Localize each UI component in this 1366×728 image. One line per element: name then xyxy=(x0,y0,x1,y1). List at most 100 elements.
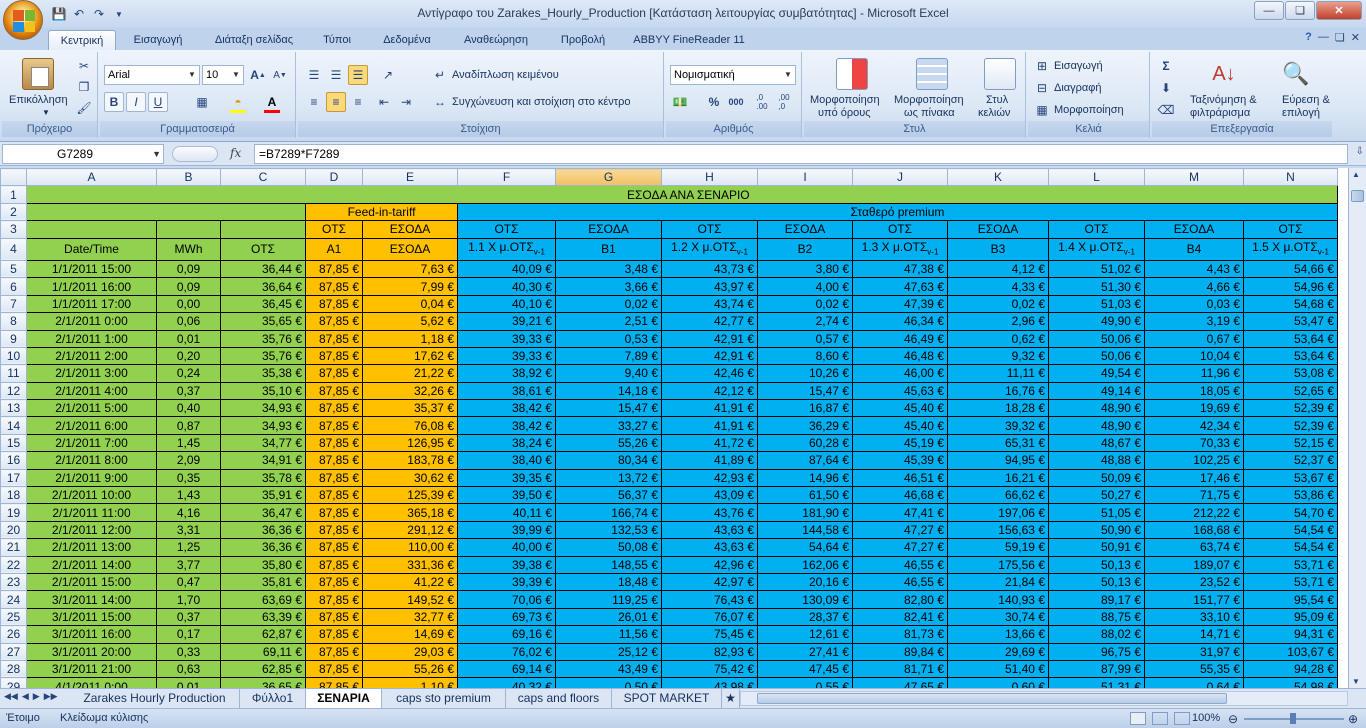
cell[interactable]: 3,80 € xyxy=(757,259,853,279)
cell[interactable]: 45,40 € xyxy=(852,416,948,435)
cell[interactable]: 88,02 € xyxy=(1048,625,1145,644)
cell[interactable]: 1/1/2011 15:00 xyxy=(26,259,157,279)
cell[interactable]: ΟΤΣ xyxy=(457,220,556,239)
cell[interactable]: 43,74 € xyxy=(661,294,758,314)
cell[interactable]: 1.3 Χ μ.ΟΤΣv-1 xyxy=(852,237,948,261)
cell[interactable]: 53,64 € xyxy=(1243,346,1338,366)
cell[interactable]: 70,33 € xyxy=(1144,433,1244,453)
maximize-button[interactable]: ❏ xyxy=(1285,1,1315,20)
cell[interactable]: 2/1/2011 4:00 xyxy=(26,381,157,401)
cell[interactable]: 39,35 € xyxy=(457,468,556,488)
formula-bar-expand-icon[interactable] xyxy=(172,146,218,162)
cell[interactable]: 87,85 € xyxy=(305,659,363,679)
cell[interactable]: 35,76 € xyxy=(220,329,306,348)
cell[interactable]: 40,09 € xyxy=(457,259,556,279)
cell[interactable]: 7,89 € xyxy=(555,346,662,366)
row-header[interactable]: 15 xyxy=(0,433,27,453)
cell[interactable]: ΕΣΟΔΑ xyxy=(362,237,458,261)
row-header[interactable]: 2 xyxy=(0,202,27,222)
align-bottom-icon[interactable]: ☰ xyxy=(348,65,368,85)
cell[interactable]: 291,12 € xyxy=(362,520,458,540)
cell[interactable]: 95,54 € xyxy=(1243,590,1338,609)
row-header[interactable]: 7 xyxy=(0,294,27,314)
cell[interactable]: 35,76 € xyxy=(220,346,306,366)
cell[interactable]: 7,63 € xyxy=(362,259,458,279)
tab-formulas[interactable]: Τύποι xyxy=(312,30,362,50)
cell[interactable]: 87,85 € xyxy=(305,538,363,557)
autosum-icon[interactable]: Σ xyxy=(1156,56,1176,76)
cell[interactable]: 365,18 € xyxy=(362,503,458,522)
select-all-corner[interactable] xyxy=(0,168,27,187)
grow-font-icon[interactable]: A ▲ xyxy=(248,65,268,85)
column-header[interactable]: B xyxy=(156,168,221,187)
cell[interactable]: 81,71 € xyxy=(852,659,948,679)
cell[interactable]: 5,62 € xyxy=(362,312,458,331)
cell[interactable]: 2/1/2011 0:00 xyxy=(26,312,157,331)
normal-view-icon[interactable] xyxy=(1130,712,1146,725)
cell[interactable]: 2/1/2011 7:00 xyxy=(26,433,157,453)
merge-center-button[interactable]: Συγχώνευση και στοίχιση στο κέντρο xyxy=(452,96,631,108)
cell[interactable]: 126,95 € xyxy=(362,433,458,453)
cell[interactable]: 52,39 € xyxy=(1243,416,1338,435)
cell[interactable]: B4 xyxy=(1144,237,1244,261)
cell[interactable]: 82,93 € xyxy=(661,642,758,661)
cell-styles-button[interactable]: Στυλ xyxy=(986,94,1008,106)
cell[interactable]: 0,60 € xyxy=(947,677,1049,688)
cell[interactable]: 212,22 € xyxy=(1144,503,1244,522)
cell[interactable]: 42,97 € xyxy=(661,572,758,592)
row-header[interactable]: 16 xyxy=(0,451,27,470)
cell[interactable]: 87,85 € xyxy=(305,277,363,296)
cell[interactable]: 45,39 € xyxy=(852,451,948,470)
cell[interactable]: 7,99 € xyxy=(362,277,458,296)
cell[interactable]: 80,34 € xyxy=(555,451,662,470)
cell[interactable]: 17,62 € xyxy=(362,346,458,366)
cell[interactable]: 34,77 € xyxy=(220,433,306,453)
cell[interactable]: 46,49 € xyxy=(852,329,948,348)
cell[interactable]: 42,46 € xyxy=(661,364,758,383)
cell[interactable]: 50,06 € xyxy=(1048,346,1145,366)
font-size-combo[interactable]: 10 ▼ xyxy=(202,65,244,85)
number-format-combo[interactable]: Νομισματική ▼ xyxy=(670,65,796,85)
cell[interactable]: 48,88 € xyxy=(1048,451,1145,470)
cell[interactable]: 14,71 € xyxy=(1144,625,1244,644)
cell[interactable]: 54,64 € xyxy=(757,538,853,557)
vertical-scroll-thumb[interactable] xyxy=(1351,190,1364,202)
cell[interactable]: 15,47 € xyxy=(555,399,662,418)
cell[interactable]: 35,38 € xyxy=(220,364,306,383)
cell[interactable]: 87,85 € xyxy=(305,486,363,505)
cell[interactable]: 75,42 € xyxy=(661,659,758,679)
cell[interactable]: 69,11 € xyxy=(220,642,306,661)
cell[interactable]: B2 xyxy=(757,237,853,261)
zoom-level[interactable]: 100% xyxy=(1192,712,1220,724)
cell[interactable]: 46,51 € xyxy=(852,468,948,488)
cell[interactable]: 23,52 € xyxy=(1144,572,1244,592)
cell[interactable]: 39,33 € xyxy=(457,346,556,366)
zoom-out-icon[interactable]: ⊖ xyxy=(1228,712,1238,726)
cell[interactable]: 69,16 € xyxy=(457,625,556,644)
sheet-tab[interactable]: caps sto premium xyxy=(382,689,506,708)
cell[interactable]: 35,37 € xyxy=(362,399,458,418)
wrap-text-button[interactable]: Αναδίπλωση κειμένου xyxy=(452,69,559,81)
cell[interactable]: 41,91 € xyxy=(661,416,758,435)
cell[interactable]: 10,26 € xyxy=(757,364,853,383)
scroll-down-icon[interactable]: ▼ xyxy=(1352,677,1360,686)
cell[interactable]: 3/1/2011 15:00 xyxy=(26,607,157,627)
cut-icon[interactable]: ✂ xyxy=(74,56,94,76)
cell[interactable]: 103,67 € xyxy=(1243,642,1338,661)
cell[interactable]: 39,99 € xyxy=(457,520,556,540)
orientation-icon[interactable]: ↗ xyxy=(378,65,398,85)
cell[interactable]: 54,68 € xyxy=(1243,294,1338,314)
cell[interactable]: 29,03 € xyxy=(362,642,458,661)
cell[interactable]: 2/1/2011 3:00 xyxy=(26,364,157,383)
cell[interactable]: 0,37 xyxy=(156,381,221,401)
cell[interactable]: 54,54 € xyxy=(1243,538,1338,557)
close-button[interactable]: ✕ xyxy=(1316,1,1362,20)
cell[interactable]: 36,45 € xyxy=(220,294,306,314)
cell[interactable]: 2/1/2011 11:00 xyxy=(26,503,157,522)
cell[interactable]: 46,34 € xyxy=(852,312,948,331)
cell[interactable]: 102,25 € xyxy=(1144,451,1244,470)
cell[interactable]: 52,15 € xyxy=(1243,433,1338,453)
cell[interactable]: 0,57 € xyxy=(757,329,853,348)
cell[interactable]: 110,00 € xyxy=(362,538,458,557)
cell[interactable]: 51,31 € xyxy=(1048,677,1145,688)
